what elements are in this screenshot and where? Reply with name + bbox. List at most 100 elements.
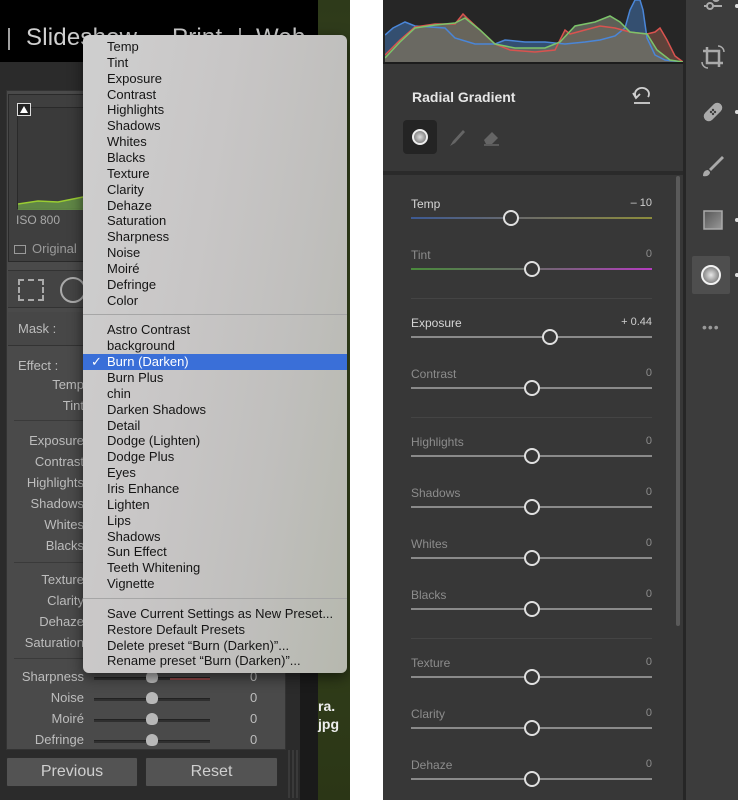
slider-value: 0	[250, 690, 258, 705]
menu-item[interactable]: Restore Default Presets	[83, 622, 347, 638]
slider-knob[interactable]	[523, 601, 540, 617]
edit-sliders-icon[interactable]	[700, 0, 726, 18]
menu-item[interactable]: Clarity	[83, 182, 347, 198]
menu-item[interactable]: Tint	[83, 55, 347, 71]
radial-tool-button[interactable]	[403, 120, 437, 154]
menu-item-selected[interactable]: ✓ Burn (Darken)	[83, 354, 347, 371]
slider-value[interactable]: – 10	[631, 197, 652, 209]
menu-item[interactable]: Detail	[83, 418, 347, 434]
slider-contrast: Contrast 0	[411, 367, 652, 417]
menu-item[interactable]: Iris Enhance	[83, 481, 347, 497]
menu-item[interactable]: Astro Contrast	[83, 322, 347, 338]
slider-track[interactable]	[94, 692, 210, 704]
slider-track[interactable]	[94, 734, 210, 746]
menu-item-label: Moiré	[107, 260, 140, 276]
slider-knob[interactable]	[523, 380, 540, 396]
menu-item[interactable]: Moiré	[83, 261, 347, 277]
slider-track[interactable]	[411, 217, 652, 219]
menu-item-label: Burn (Darken)	[107, 354, 189, 370]
slider-thumb[interactable]	[146, 692, 158, 704]
menu-item[interactable]: Eyes	[83, 465, 347, 481]
slider-knob[interactable]	[523, 720, 540, 736]
crop-icon[interactable]	[700, 44, 726, 70]
menu-item-label: Saturation	[107, 213, 167, 229]
menu-item[interactable]: Dodge Plus	[83, 449, 347, 465]
menu-item[interactable]: Lighten	[83, 497, 347, 513]
slider-track[interactable]	[94, 713, 210, 725]
slider-knob[interactable]	[523, 499, 540, 515]
menu-item[interactable]: Sharpness	[83, 229, 347, 245]
menu-item[interactable]: Rename preset “Burn (Darken)”...	[83, 653, 347, 669]
slider-value[interactable]: + 0.44	[621, 316, 652, 328]
brush-icon[interactable]	[700, 153, 726, 179]
menu-item-label: Whites	[107, 134, 147, 150]
slider-thumb[interactable]	[146, 713, 158, 725]
menu-item[interactable]: Color	[83, 293, 347, 309]
slider-value[interactable]: 0	[646, 758, 652, 770]
menu-item[interactable]: Lips	[83, 513, 347, 529]
menu-item[interactable]: Defringe	[83, 277, 347, 293]
menu-item[interactable]: Shadows	[83, 529, 347, 545]
radial-gradient-tool-button[interactable]	[692, 256, 730, 294]
previous-button[interactable]: Previous	[6, 757, 138, 787]
menu-item[interactable]: Delete preset “Burn (Darken)”...	[83, 638, 347, 654]
slider-value[interactable]: 0	[646, 435, 652, 447]
slider-track[interactable]	[411, 336, 652, 338]
slider-label: Contrast	[411, 367, 457, 381]
slider-value[interactable]: 0	[646, 248, 652, 260]
menu-item[interactable]: Whites	[83, 134, 347, 150]
menu-item[interactable]: Sun Effect	[83, 544, 347, 560]
healing-icon[interactable]	[700, 99, 726, 125]
reset-icon[interactable]	[631, 86, 653, 106]
slider-knob[interactable]	[523, 771, 540, 787]
slider-thumb[interactable]	[146, 734, 158, 746]
menu-item[interactable]: Highlights	[83, 102, 347, 118]
panel-scrollbar[interactable]	[676, 176, 680, 626]
panel-scrollbar[interactable]	[288, 750, 298, 798]
original-checkbox[interactable]: Original	[14, 241, 77, 256]
slider-knob[interactable]	[523, 669, 540, 685]
slider-value[interactable]: 0	[646, 707, 652, 719]
menu-item[interactable]: Burn Plus	[83, 370, 347, 386]
slider-value[interactable]: 0	[646, 486, 652, 498]
menu-item[interactable]: Shadows	[83, 118, 347, 134]
menu-item[interactable]: Teeth Whitening	[83, 560, 347, 576]
linear-gradient-icon[interactable]	[700, 207, 726, 233]
menu-item[interactable]: Contrast	[83, 87, 347, 103]
slider-tint: Tint 0	[411, 248, 652, 298]
menu-item-label: Sun Effect	[107, 544, 167, 560]
slider-knob[interactable]	[523, 261, 540, 277]
menu-item[interactable]: Darken Shadows	[83, 402, 347, 418]
slider-value[interactable]: 0	[646, 537, 652, 549]
group-divider	[411, 638, 652, 639]
slider-knob[interactable]	[503, 210, 519, 226]
menu-item[interactable]: Save Current Settings as New Preset...	[83, 606, 347, 622]
menu-item[interactable]: Blacks	[83, 150, 347, 166]
menu-item[interactable]: Saturation	[83, 213, 347, 229]
brush-icon[interactable]	[447, 128, 467, 148]
slider-track[interactable]	[94, 671, 210, 683]
menu-item[interactable]: Vignette	[83, 576, 347, 592]
slider-value[interactable]: 0	[646, 367, 652, 379]
slider-value[interactable]: 0	[646, 656, 652, 668]
menu-item[interactable]: Dehaze	[83, 198, 347, 214]
slider-value[interactable]: 0	[646, 588, 652, 600]
eraser-icon[interactable]	[481, 128, 501, 148]
menu-item[interactable]: chin	[83, 386, 347, 402]
menu-item[interactable]: Dodge (Lighten)	[83, 433, 347, 449]
menu-item-label: Darken Shadows	[107, 401, 206, 417]
slider-knob[interactable]	[523, 448, 540, 464]
slider-label: Noise	[50, 690, 84, 705]
slider-knob[interactable]	[541, 329, 558, 345]
slider-knob[interactable]	[523, 550, 540, 566]
menu-item-label: Color	[107, 292, 139, 308]
menu-item[interactable]: Temp	[83, 39, 347, 55]
menu-item[interactable]: Noise	[83, 245, 347, 261]
more-tools-button[interactable]: •••	[702, 319, 720, 335]
menu-item[interactable]: Texture	[83, 166, 347, 182]
crop-overlay-icon[interactable]	[18, 279, 44, 301]
menu-item[interactable]: Exposure	[83, 71, 347, 87]
menu-item[interactable]: background	[83, 338, 347, 354]
shadow-clipping-icon[interactable]	[17, 103, 31, 116]
reset-button[interactable]: Reset	[145, 757, 278, 787]
